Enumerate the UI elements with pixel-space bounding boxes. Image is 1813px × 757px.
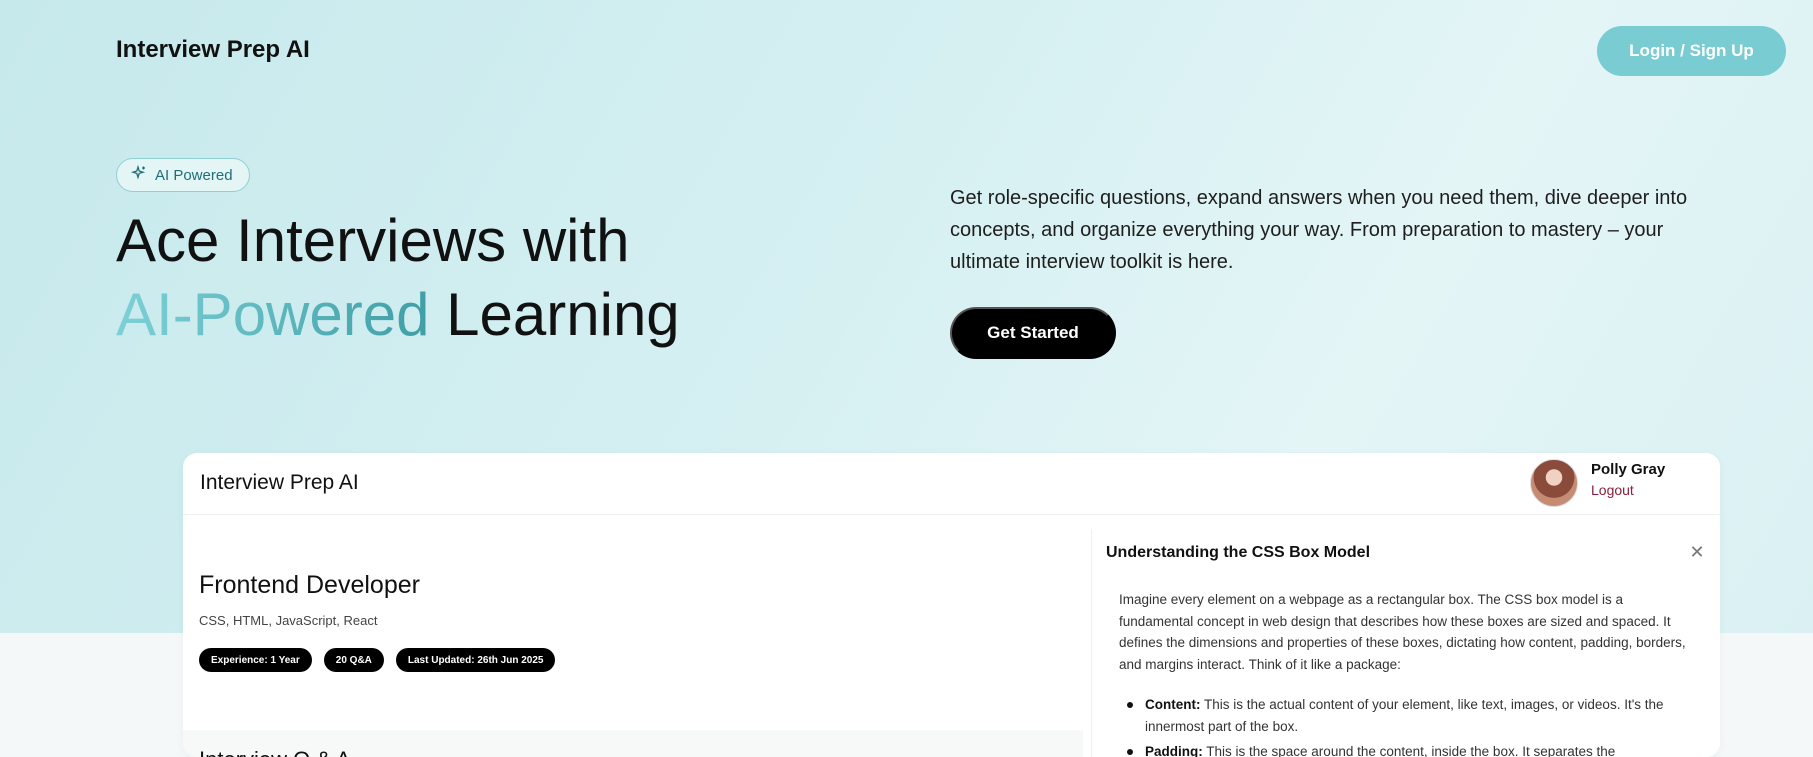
session-pills: Experience: 1 Year 20 Q&A Last Updated: … [199,648,556,672]
experience-pill: Experience: 1 Year [199,648,312,672]
preview-header: Interview Prep AI Polly Gray Logout [183,453,1720,515]
session-topics: CSS, HTML, JavaScript, React [199,613,378,628]
drawer-list: Content: This is the actual content of y… [1119,694,1699,757]
hero-title-rest: Learning [429,281,680,348]
drawer-intro: Imagine every element on a webpage as a … [1119,592,1686,672]
list-item-text: This is the space around the content, in… [1202,744,1616,757]
app-preview-card: Interview Prep AI Polly Gray Logout Fron… [183,453,1720,757]
session-role-title: Frontend Developer [199,571,420,599]
login-signup-button[interactable]: Login / Sign Up [1597,26,1786,76]
badge-label: AI Powered [155,166,233,184]
concept-drawer: Understanding the CSS Box Model ✕ Imagin… [1091,529,1720,757]
user-name: Polly Gray [1591,461,1666,478]
close-icon[interactable]: ✕ [1688,543,1706,561]
list-item-text: This is the actual content of your eleme… [1145,697,1664,734]
list-item: Padding: This is the space around the co… [1119,741,1699,757]
last-updated-pill: Last Updated: 26th Jun 2025 [395,648,556,672]
qa-count-pill: 20 Q&A [323,648,384,672]
sparkle-icon [130,164,147,185]
hero-title: Ace Interviews with AI-Powered Learning [116,204,876,352]
avatar [1530,459,1578,507]
drawer-title: Understanding the CSS Box Model [1106,544,1371,561]
logout-link[interactable]: Logout [1591,482,1634,498]
list-item-term: Padding: [1145,744,1203,757]
list-item: Content: This is the actual content of y… [1119,694,1699,737]
list-item-term: Content: [1145,697,1201,712]
hero-title-accent: AI-Powered [116,281,430,348]
qa-heading: Interview Q & A [199,747,351,757]
top-navbar: Interview Prep AI Login / Sign Up [0,0,1813,104]
hero-title-line1: Ace Interviews with [116,207,630,274]
preview-brand[interactable]: Interview Prep AI [200,471,359,495]
hero-description: Get role-specific questions, expand answ… [950,187,1688,273]
site-brand[interactable]: Interview Prep AI [116,36,310,64]
get-started-button[interactable]: Get Started [950,307,1116,359]
ai-powered-badge: AI Powered [116,158,250,192]
